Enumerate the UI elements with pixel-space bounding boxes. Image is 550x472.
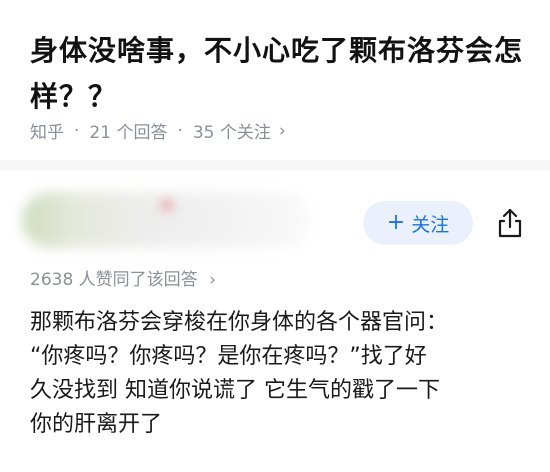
source-label: 知乎 bbox=[30, 123, 64, 143]
section-divider bbox=[0, 160, 550, 170]
vote-summary[interactable]: 2638 人赞同了该回答 › bbox=[30, 265, 216, 290]
author-badge-blurred bbox=[160, 198, 174, 212]
answer-line: “你疼吗？你疼吗？是你在疼吗？”找了好 bbox=[30, 344, 427, 369]
answer-line: 那颗布洛芬会穿梭在你身体的各个器官问： bbox=[30, 310, 449, 335]
answer-line: 你的肝离开了 bbox=[30, 412, 163, 437]
question-title[interactable]: 身体没啥事，不小心吃了颗布洛芬会怎样？？ bbox=[30, 28, 530, 120]
separator-dot: · bbox=[177, 120, 183, 141]
answers-count: 21 个回答 bbox=[89, 123, 168, 143]
chevron-right-icon: › bbox=[209, 270, 216, 290]
follow-label: 关注 bbox=[411, 213, 450, 236]
vote-count-text: 2638 人赞同了该回答 bbox=[30, 270, 198, 290]
share-button[interactable] bbox=[490, 203, 530, 243]
chevron-right-icon: › bbox=[278, 120, 286, 141]
plus-icon: + bbox=[386, 210, 406, 235]
separator-dot: · bbox=[74, 120, 80, 141]
answer-body[interactable]: 那颗布洛芬会穿梭在你身体的各个器官问： “你疼吗？你疼吗？是你在疼吗？”找了好 … bbox=[30, 306, 535, 442]
answer-line: 久没找到 知道你说谎了 它生气的戳了一下 bbox=[30, 378, 440, 403]
share-icon bbox=[498, 208, 522, 238]
question-meta[interactable]: 知乎 · 21 个回答 · 35 个关注 › bbox=[30, 118, 286, 144]
followers-count: 35 个关注 bbox=[192, 123, 271, 143]
follow-button[interactable]: + 关注 bbox=[363, 201, 473, 245]
